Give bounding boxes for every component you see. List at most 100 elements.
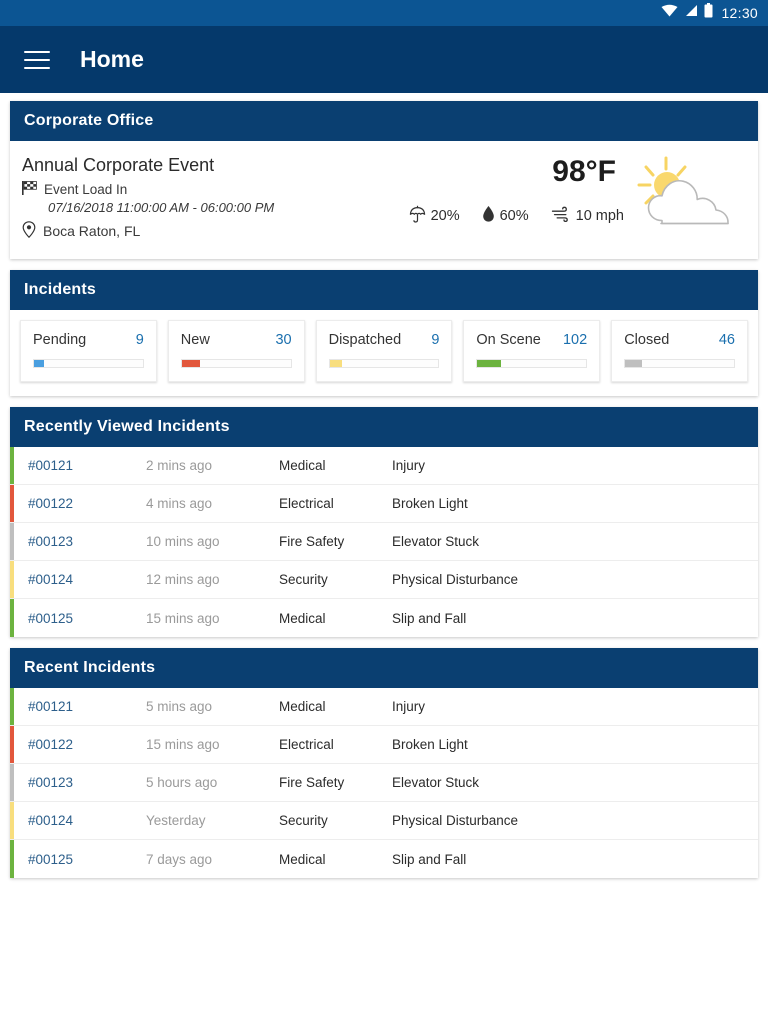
incident-timestamp: 15 mins ago	[146, 737, 220, 752]
incident-id[interactable]: #00125	[14, 852, 146, 867]
page-content: Corporate Office Annual Corporate Event	[0, 93, 768, 878]
incident-type: Medical	[279, 458, 326, 473]
table-row[interactable]: #00121 5 mins ago Medical Injury	[10, 688, 758, 726]
table-row[interactable]: #00123 5 hours ago Fire Safety Elevator Stu…	[10, 764, 758, 802]
wind-icon	[551, 206, 571, 226]
incident-description: Elevator Stuck	[392, 775, 480, 790]
weather-summary: 98°F 20% 60% 10 mph	[409, 155, 742, 236]
stat-progress-fill	[625, 360, 642, 367]
stat-top: Pending 9	[33, 332, 144, 348]
table-row[interactable]: #00124 12 mins ago Security Physical Distur…	[10, 561, 758, 599]
stat-value: 46	[718, 332, 735, 348]
incident-type: Medical	[279, 851, 326, 867]
precipitation-value: 20%	[430, 208, 460, 224]
incident-timestamp: 15 mins ago	[146, 610, 220, 626]
stat-value: 102	[562, 332, 588, 348]
incident-description: Physical Disturbance	[392, 572, 519, 587]
incident-description: Physical Disturbance	[392, 813, 519, 828]
incident-stat-card[interactable]: On Scene 102	[463, 320, 601, 382]
incident-timestamp: 4 mins ago	[146, 496, 213, 511]
table-row[interactable]: #00122 4 mins ago Electrical Broken Light	[10, 485, 758, 523]
incident-id[interactable]: #00122	[14, 737, 146, 752]
stat-label: Pending	[33, 332, 87, 348]
incident-timestamp: 7 days ago	[146, 851, 213, 867]
stat-label: New	[180, 332, 210, 348]
table-row[interactable]: #00123 10 mins ago Fire Safety Elevator Stu…	[10, 523, 758, 561]
event-location: Boca Raton, FL	[22, 221, 409, 241]
table-row[interactable]: #00124 Yesterday Security Physical Disturba…	[10, 802, 758, 840]
incident-id[interactable]: #00125	[14, 611, 146, 626]
incident-stat-card[interactable]: Pending 9	[20, 320, 157, 382]
incidents-card: Incidents Pending 9 New 30 Dispatched 9 On Sce…	[10, 270, 758, 396]
incident-description: Broken Light	[392, 737, 468, 752]
checkered-flag-icon	[22, 181, 37, 198]
stat-progress-fill	[181, 360, 201, 367]
incident-id[interactable]: #00122	[14, 496, 146, 511]
incident-stats-row: Pending 9 New 30 Dispatched 9 On Scene 102 Close…	[10, 310, 758, 396]
incident-stat-card[interactable]: New 30	[167, 320, 305, 382]
incidents-card-header: Incidents	[10, 270, 758, 310]
table-row[interactable]: #00122 15 mins ago Electrical Broken Light	[10, 726, 758, 764]
wind-value: 10 mph	[575, 208, 624, 224]
incident-stat-card[interactable]: Closed 46	[611, 320, 748, 382]
stat-progress-track	[624, 359, 735, 368]
table-row[interactable]: #00125 15 mins ago Medical Slip and Fall	[10, 599, 758, 637]
incident-stat-card[interactable]: Dispatched 9	[315, 320, 453, 382]
table-row[interactable]: #00125 7 days ago Medical Slip and Fall	[10, 840, 758, 878]
stat-value: 30	[275, 332, 292, 348]
stat-top: Dispatched 9	[329, 332, 440, 348]
incident-id[interactable]: #00124	[14, 572, 146, 587]
incident-timestamp: 5 hours ago	[146, 775, 218, 790]
incident-id[interactable]: #00123	[14, 534, 146, 549]
stat-label: Closed	[624, 332, 670, 348]
event-location-label: Boca Raton, FL	[43, 223, 141, 239]
incident-id[interactable]: #00121	[14, 458, 146, 473]
recent-incidents-list: #00121 5 mins ago Medical Injury #00122 15 mi…	[10, 688, 758, 878]
incident-type: Medical	[279, 610, 326, 626]
stat-progress-track	[476, 359, 588, 368]
stat-label: Dispatched	[328, 332, 402, 348]
stat-value: 9	[431, 332, 440, 348]
stat-label: On Scene	[476, 332, 541, 348]
event-phase-label: Event Load In	[44, 182, 128, 197]
incident-description: Slip and Fall	[392, 851, 467, 867]
recent-incidents-card: Recent Incidents #00121 5 mins ago Medical…	[10, 648, 758, 878]
humidity-metric: 60%	[482, 205, 529, 227]
page-title: Home	[80, 46, 144, 72]
incident-id[interactable]: #00123	[14, 775, 146, 790]
stat-progress-track	[328, 359, 440, 368]
incident-timestamp: 2 mins ago	[146, 458, 213, 473]
incident-id[interactable]: #00121	[14, 699, 146, 714]
signal-icon	[684, 4, 698, 22]
incident-type: Fire Safety	[279, 534, 345, 549]
incident-timestamp: 5 mins ago	[146, 699, 213, 714]
stat-progress-fill	[34, 360, 44, 367]
recently-viewed-list: #00121 2 mins ago Medical Injury #00122 4 min…	[10, 447, 758, 637]
event-details: Annual Corporate Event Event Load In 07/…	[22, 155, 409, 241]
event-title: Annual Corporate Event	[22, 155, 215, 175]
recently-viewed-incidents-card: Recently Viewed Incidents #00121 2 mins a…	[10, 407, 758, 637]
incident-id[interactable]: #00124	[14, 813, 146, 828]
incident-timestamp: 12 mins ago	[146, 572, 220, 587]
incident-description: Broken Light	[392, 496, 468, 511]
app-bar: Home	[0, 26, 768, 93]
event-card: Corporate Office Annual Corporate Event	[10, 101, 758, 259]
table-row[interactable]: #00121 2 mins ago Medical Injury	[10, 447, 758, 485]
hamburger-menu-icon[interactable]	[24, 50, 50, 69]
event-card-header: Corporate Office	[10, 101, 758, 141]
location-pin-icon	[22, 221, 36, 241]
incident-description: Injury	[392, 699, 426, 714]
status-bar: 12:30	[0, 0, 768, 26]
incident-type: Electrical	[279, 737, 334, 752]
recently-viewed-header: Recently Viewed Incidents	[10, 407, 758, 447]
stat-progress-track	[33, 359, 144, 368]
umbrella-icon	[409, 205, 426, 227]
wind-metric: 10 mph	[551, 206, 624, 226]
stat-progress-fill	[329, 360, 342, 367]
wifi-icon	[661, 4, 678, 22]
weather-temperature: 98°F	[552, 155, 616, 188]
stat-top: Closed 46	[624, 332, 735, 348]
incident-type: Medical	[279, 699, 326, 714]
incident-type: Security	[279, 572, 328, 587]
incident-timestamp: 10 mins ago	[146, 534, 220, 549]
